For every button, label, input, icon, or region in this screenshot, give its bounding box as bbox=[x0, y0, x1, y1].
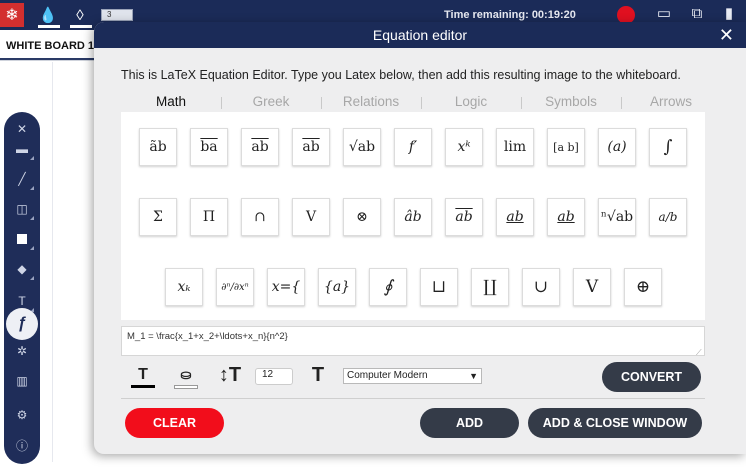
symbol-palette: ãb ba ab ab √ab f′ xᵏ lim [a b] (a) ∫ Σ … bbox=[121, 112, 705, 320]
water-drop-outline-icon[interactable]: ◊ bbox=[70, 3, 90, 27]
symbol-button[interactable]: V bbox=[292, 198, 330, 236]
dialog-title: Equation editor bbox=[372, 27, 468, 43]
close-icon[interactable]: ✕ bbox=[719, 22, 734, 48]
shape-icon[interactable]: ◫ bbox=[4, 194, 40, 224]
page-indicator[interactable]: 3 bbox=[101, 9, 133, 21]
active-underline bbox=[38, 25, 60, 28]
left-toolbar: ✕ ▬ ╱ ◫ ◆ T ƒ ✲ ▥ ⚙ ⓘ bbox=[4, 112, 40, 464]
latex-input[interactable]: M_1 = \frac{x_1+x_2+\ldots+x_n}{n^2} bbox=[121, 326, 705, 356]
fill-color-swatch bbox=[174, 385, 198, 389]
symbol-button[interactable]: xₖ bbox=[165, 268, 203, 306]
symbol-button[interactable]: {a} bbox=[318, 268, 356, 306]
symbol-button[interactable]: V bbox=[573, 268, 611, 306]
chart-icon[interactable]: ▮ bbox=[719, 5, 739, 23]
text-color-icon[interactable]: T bbox=[129, 363, 157, 387]
resize-grip-icon[interactable]: ⟋ bbox=[696, 348, 702, 358]
symbol-button[interactable]: ab bbox=[445, 198, 483, 236]
symbol-button[interactable]: (a) bbox=[598, 128, 636, 166]
chevron-down-icon: ▼ bbox=[469, 371, 478, 381]
settings-icon[interactable]: ⚙ bbox=[4, 400, 40, 430]
symbol-button[interactable]: lim bbox=[496, 128, 534, 166]
font-family-select[interactable]: Computer Modern ▼ bbox=[343, 368, 482, 384]
active-underline bbox=[70, 25, 92, 28]
symbol-button[interactable]: ab bbox=[496, 198, 534, 236]
symbol-button[interactable]: x={ bbox=[267, 268, 305, 306]
symbol-button[interactable]: [a b] bbox=[547, 128, 585, 166]
font-size-input[interactable]: 12 bbox=[255, 368, 293, 385]
equation-editor-dialog: Equation editor ✕ This is LaTeX Equation… bbox=[94, 22, 746, 454]
symbol-button[interactable]: ⊔ bbox=[420, 268, 458, 306]
symbol-button[interactable]: Π bbox=[190, 198, 228, 236]
canvas-border bbox=[52, 62, 53, 462]
fill-bucket-icon[interactable]: ⛀ bbox=[172, 363, 200, 387]
tab-relations[interactable]: Relations bbox=[321, 94, 421, 112]
info-icon[interactable]: ⓘ bbox=[4, 430, 40, 460]
font-family-value: Computer Modern bbox=[347, 370, 428, 381]
tab-math[interactable]: Math bbox=[121, 94, 221, 112]
symbol-button[interactable]: ⊕ bbox=[624, 268, 662, 306]
symbol-button[interactable]: ba bbox=[190, 128, 228, 166]
text-size-icon[interactable]: ↕T bbox=[216, 363, 244, 387]
add-button[interactable]: ADD bbox=[420, 408, 519, 438]
tab-arrows[interactable]: Arrows bbox=[621, 94, 721, 112]
clear-button[interactable]: CLEAR bbox=[125, 408, 224, 438]
add-close-window-button[interactable]: ADD & CLOSE WINDOW bbox=[528, 408, 702, 438]
text-color-swatch bbox=[131, 385, 155, 388]
tab-divider bbox=[0, 60, 96, 61]
whiteboard-tab[interactable]: WHITE BOARD 1 bbox=[0, 30, 96, 60]
tab-logic[interactable]: Logic bbox=[421, 94, 521, 112]
symbol-button[interactable]: ∪ bbox=[522, 268, 560, 306]
symbol-button[interactable]: ∐ bbox=[471, 268, 509, 306]
symbol-button[interactable]: ∫ bbox=[649, 128, 687, 166]
symbol-button[interactable]: ∩ bbox=[241, 198, 279, 236]
dialog-header: Equation editor ✕ bbox=[94, 22, 746, 48]
symbol-button[interactable]: ∂ⁿ/∂xⁿ bbox=[216, 268, 254, 306]
symbol-button[interactable]: Σ bbox=[139, 198, 177, 236]
tab-greek[interactable]: Greek bbox=[221, 94, 321, 112]
symbol-category-tabs: Math Greek Relations Logic Symbols Arrow… bbox=[121, 94, 721, 112]
symbol-button[interactable]: ãb bbox=[139, 128, 177, 166]
symbol-button[interactable]: ab bbox=[292, 128, 330, 166]
button-separator bbox=[121, 398, 705, 399]
symbol-button[interactable]: ∮ bbox=[369, 268, 407, 306]
text-style-icon[interactable]: T bbox=[304, 363, 332, 387]
symbol-button[interactable]: xᵏ bbox=[445, 128, 483, 166]
symbol-button[interactable]: a/b bbox=[649, 198, 687, 236]
monitor-icon[interactable]: ▭ bbox=[654, 5, 674, 23]
gear-icon[interactable]: ✲ bbox=[4, 336, 40, 366]
symbol-button[interactable]: f′ bbox=[394, 128, 432, 166]
symbol-button[interactable]: √ab bbox=[343, 128, 381, 166]
water-drop-icon[interactable]: 💧 bbox=[38, 3, 58, 27]
symbol-button[interactable]: ⁿ√ab bbox=[598, 198, 636, 236]
fill-icon[interactable] bbox=[4, 224, 40, 254]
symbol-button[interactable]: ab bbox=[241, 128, 279, 166]
editor-description: This is LaTeX Equation Editor. Type you … bbox=[121, 68, 681, 82]
snowflake-icon[interactable]: ❄ bbox=[0, 3, 24, 27]
tab-symbols[interactable]: Symbols bbox=[521, 94, 621, 112]
symbol-button[interactable]: ab bbox=[547, 198, 585, 236]
symbol-button[interactable]: ⊗ bbox=[343, 198, 381, 236]
window-icon[interactable]: ⧉ bbox=[687, 5, 707, 23]
brush-icon[interactable]: ▬ bbox=[4, 134, 40, 164]
time-remaining: Time remaining: 00:19:20 bbox=[444, 9, 576, 21]
eraser-icon[interactable]: ◆ bbox=[4, 254, 40, 284]
trash-icon[interactable]: ▥ bbox=[4, 366, 40, 396]
symbol-button[interactable]: âb bbox=[394, 198, 432, 236]
line-icon[interactable]: ╱ bbox=[4, 164, 40, 194]
convert-button[interactable]: CONVERT bbox=[602, 362, 701, 392]
